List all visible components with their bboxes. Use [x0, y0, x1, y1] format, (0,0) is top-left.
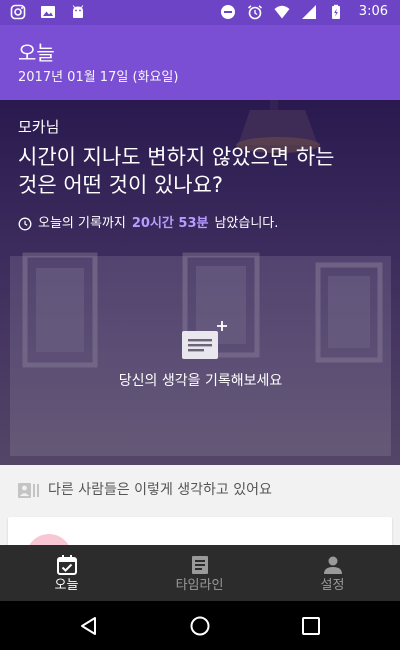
home-icon[interactable]	[189, 615, 211, 637]
wifi-icon	[274, 5, 290, 19]
instagram-icon	[10, 4, 26, 20]
calendar-check-icon	[57, 555, 77, 575]
clock-icon	[18, 217, 32, 231]
timeline-icon	[192, 556, 208, 574]
others-section-header: 다른 사람들은 이렇게 생각하고 있어요	[0, 465, 400, 517]
system-navigation-bar	[0, 601, 400, 650]
app-bar: 오늘 2017년 01월 17일 (화요일)	[0, 25, 400, 100]
battery-charging-icon	[331, 4, 340, 19]
others-section-title: 다른 사람들은 이렇게 생각하고 있어요	[48, 482, 272, 498]
timer-remaining: 20시간 53분	[131, 216, 209, 231]
timer-row: 오늘의 기록까지 20시간 53분 남았습니다.	[18, 215, 388, 233]
nav-label-settings: 설정	[320, 578, 345, 593]
question-line-2: 것은 어떤 것이 있나요?	[18, 173, 224, 197]
person-icon	[324, 556, 342, 574]
bottom-navigation: 오늘 타임라인 설정	[0, 545, 400, 601]
alarm-icon	[247, 5, 262, 20]
nav-label-today: 오늘	[54, 578, 79, 593]
add-note-icon	[182, 321, 227, 359]
timer-suffix: 남았습니다.	[214, 216, 279, 231]
nav-tab-timeline[interactable]: 타임라인	[133, 545, 266, 601]
nav-tab-today[interactable]: 오늘	[0, 545, 133, 601]
status-bar: 3:06	[0, 0, 400, 25]
question-hero: 모카님 시간이 지나도 변하지 않았으면 하는 것은 어떤 것이 있나요? 오늘…	[0, 100, 400, 465]
android-icon	[72, 5, 84, 18]
hero-content: 모카님 시간이 지나도 변하지 않았으면 하는 것은 어떤 것이 있나요? 오늘…	[18, 117, 388, 233]
status-time: 3:06	[358, 4, 388, 19]
nav-tab-settings[interactable]: 설정	[266, 545, 399, 601]
timer-prefix: 오늘의 기록까지	[38, 216, 126, 231]
minus-circle-icon	[220, 5, 235, 19]
contact-card-icon	[18, 483, 39, 498]
image-icon	[41, 6, 55, 18]
page-title: 오늘	[18, 41, 55, 65]
nav-label-timeline: 타임라인	[175, 578, 224, 593]
user-name: 모카님	[18, 118, 60, 136]
recents-icon[interactable]	[300, 615, 322, 637]
write-thought-button[interactable]: 당신의 생각을 기록해보세요	[10, 256, 391, 456]
daily-question: 시간이 지나도 변하지 않았으면 하는 것은 어떤 것이 있나요?	[18, 143, 388, 199]
back-icon[interactable]	[78, 615, 100, 637]
signal-icon	[301, 5, 316, 19]
question-line-1: 시간이 지나도 변하지 않았으면 하는	[18, 145, 335, 169]
write-prompt: 당신의 생각을 기록해보세요	[118, 373, 283, 389]
page-date: 2017년 01월 17일 (화요일)	[18, 70, 179, 85]
